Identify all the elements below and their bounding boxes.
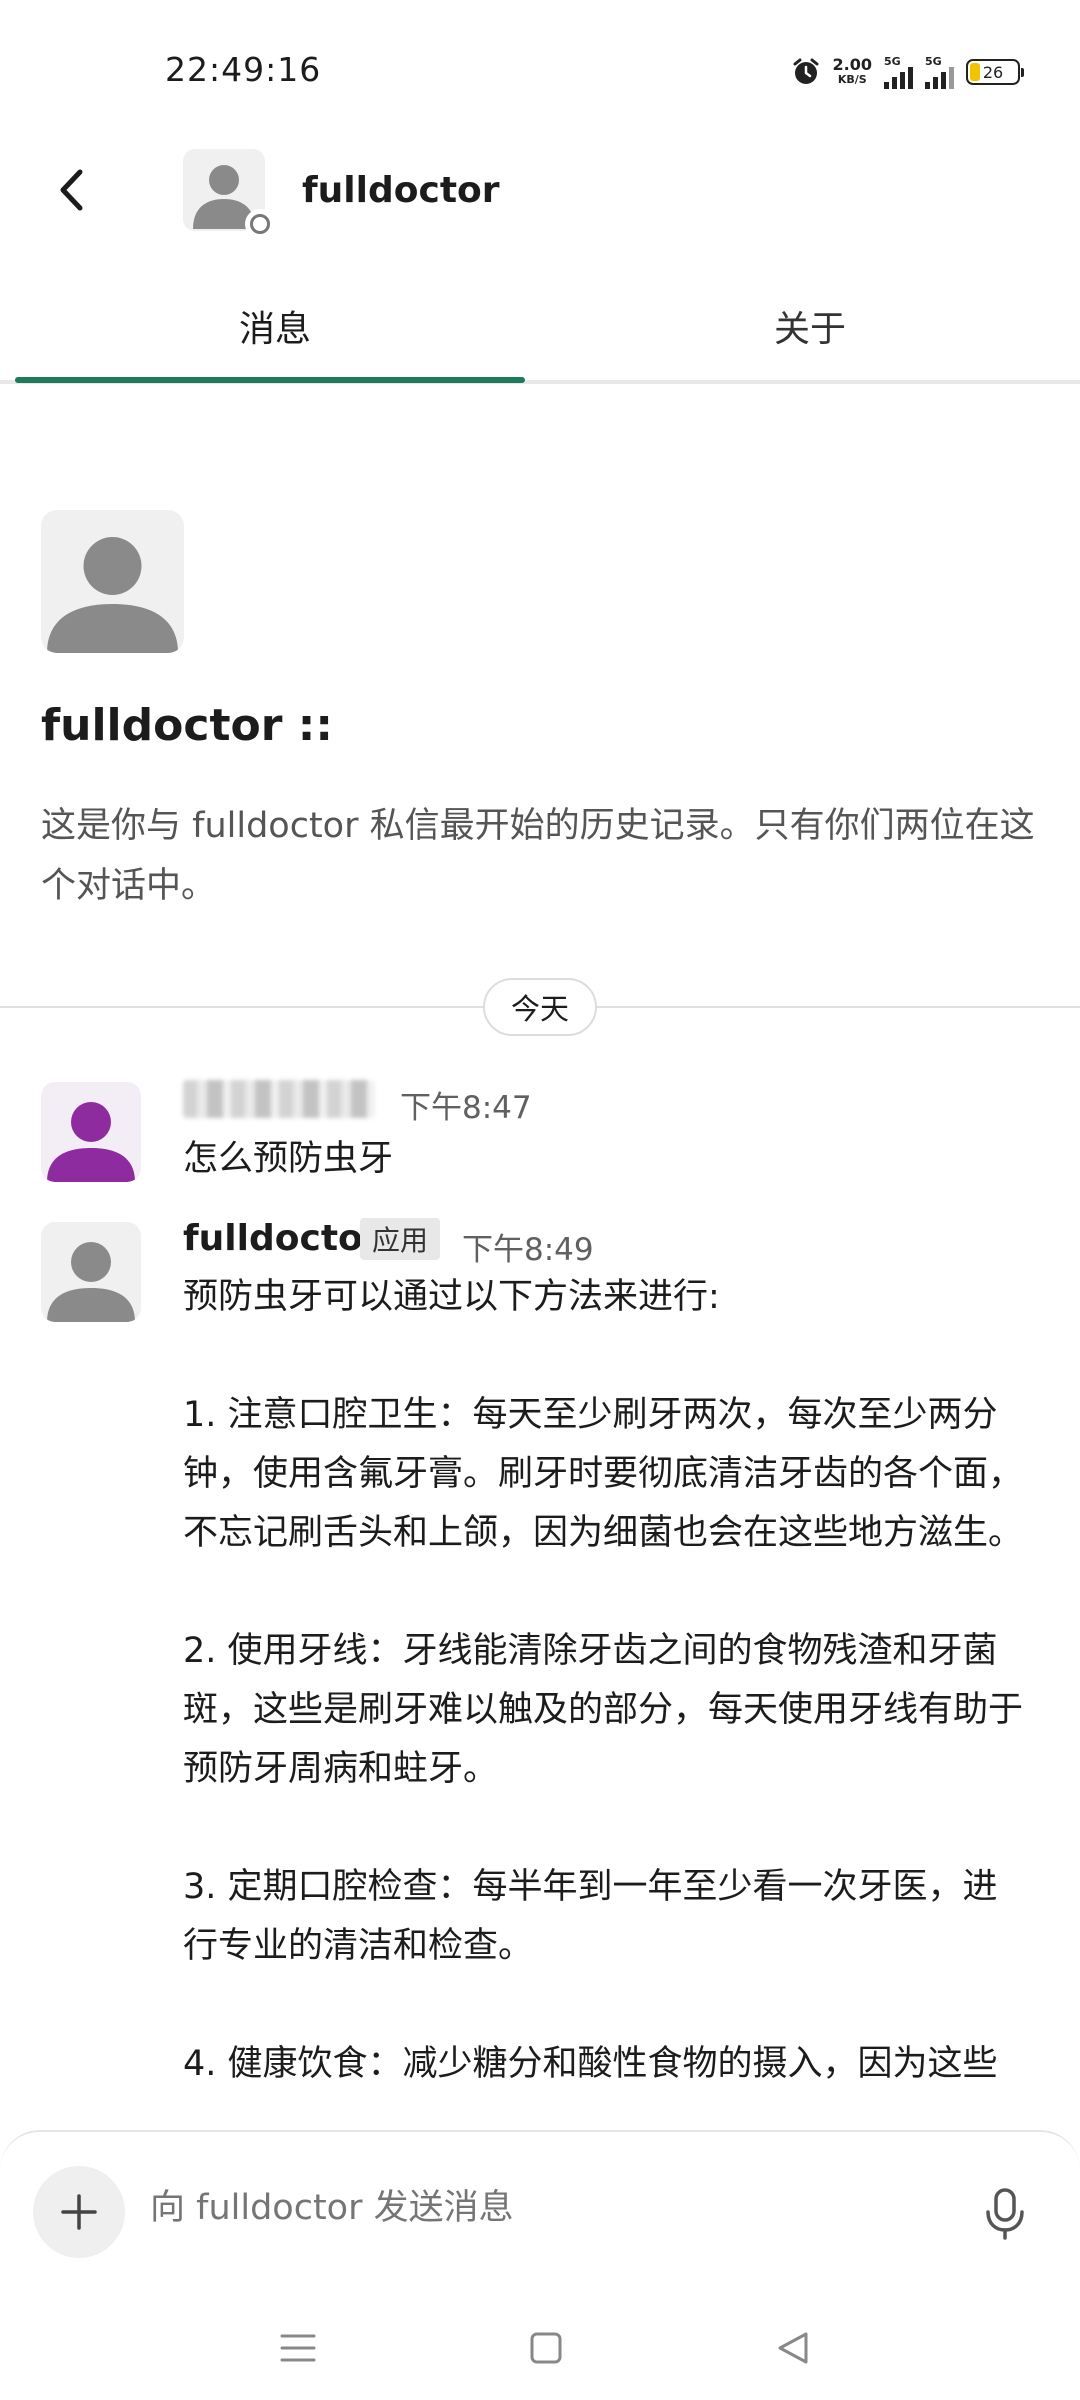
signal-icon: 5G — [925, 56, 954, 89]
message-line — [183, 1563, 1023, 1622]
intro-description: 这是你与 fulldoctor 私信最开始的历史记录。只有你们两位在这个对话中。 — [41, 806, 1035, 906]
message-line: 2. 使用牙线：牙线能清除牙齿之间的食物残渣和牙菌斑，这些是刷牙难以触及的部分，… — [183, 1631, 1024, 1789]
message-line: 1. 注意口腔卫生：每天至少刷牙两次，每次至少两分钟，使用含氟牙膏。刷牙时要彻底… — [183, 1395, 1024, 1553]
alarm-icon — [793, 58, 819, 84]
tab-active-indicator — [15, 377, 525, 383]
app-badge: 应用 — [360, 1218, 441, 1260]
message-line — [183, 1327, 1023, 1386]
message-timestamp[interactable]: 下午8:49 — [462, 1224, 594, 1269]
back-button[interactable] — [48, 160, 98, 220]
add-attachment-button[interactable] — [33, 2166, 125, 2258]
net-speed: 2.00 KB/S — [832, 55, 872, 87]
nav-home-icon[interactable] — [518, 2320, 574, 2376]
presence-icon — [245, 209, 275, 239]
microphone-icon[interactable] — [980, 2186, 1030, 2242]
status-icons: 2.00 KB/S 5G 5G 26 — [791, 52, 1024, 92]
nav-back-icon[interactable] — [766, 2320, 822, 2376]
message-line: 3. 定期口腔检查：每半年到一年至少看一次牙医，进行专业的清洁和检查。 — [183, 1867, 998, 1966]
tab-about[interactable]: 关于 — [550, 300, 1070, 352]
plus-icon — [61, 2194, 97, 2230]
user-icon — [47, 1242, 135, 1322]
message-text: 预防虫牙可以通过以下方法来进行: 1. 注意口腔卫生：每天至少刷牙两次，每次至少… — [183, 1268, 1023, 2094]
profile-avatar[interactable] — [41, 510, 184, 653]
signal-icon: 5G — [884, 56, 913, 89]
message-line — [183, 1799, 1023, 1858]
user-avatar[interactable] — [41, 1082, 141, 1182]
message-line: 预防虫牙可以通过以下方法来进行: — [183, 1277, 720, 1317]
message-line — [183, 1976, 1023, 2035]
message-line: 4. 健康饮食：减少糖分和酸性食物的摄入，因为这些 — [183, 2044, 998, 2084]
message-author-redacted[interactable] — [183, 1080, 375, 1118]
message-timestamp[interactable]: 下午8:47 — [400, 1082, 532, 1127]
message-author[interactable]: fulldoctor — [183, 1218, 381, 1259]
nav-menu-icon[interactable] — [270, 2320, 326, 2376]
day-divider-label[interactable]: 今天 — [483, 978, 597, 1036]
header-title[interactable]: fulldoctor — [302, 170, 500, 211]
battery-icon: 26 — [966, 59, 1024, 85]
bot-avatar[interactable] — [41, 1222, 141, 1322]
intro-name: fulldoctor :: — [41, 700, 333, 751]
tab-messages[interactable]: 消息 — [15, 300, 535, 352]
header-avatar[interactable] — [183, 149, 275, 239]
user-icon — [47, 1102, 135, 1182]
message-input[interactable] — [150, 2188, 950, 2228]
user-icon — [47, 537, 178, 653]
status-time: 22:49:16 — [165, 50, 322, 89]
message-text: 怎么预防虫牙 — [183, 1139, 394, 1179]
